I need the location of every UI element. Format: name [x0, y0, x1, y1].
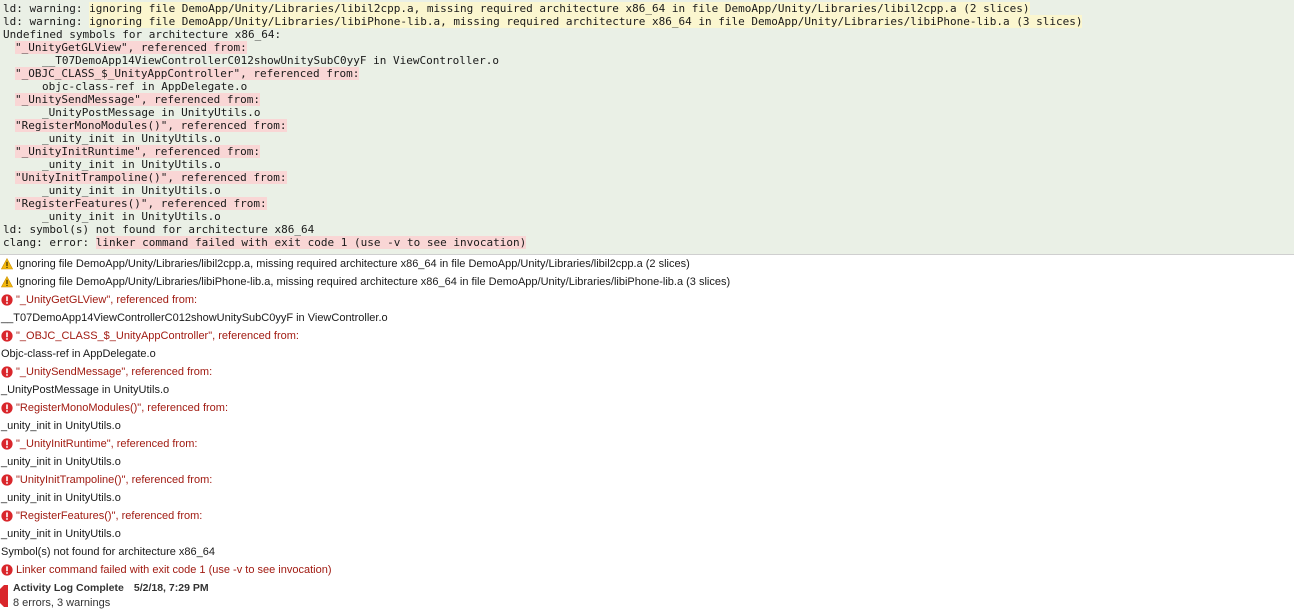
activity-summary: Activity Log Complete 5/2/18, 7:29 PM 8 e…	[0, 580, 400, 612]
console-text: ld: symbol(s) not found for architecture…	[3, 223, 315, 236]
issue-detail-row[interactable]: _UnityPostMessage in UnityUtils.o	[0, 381, 1294, 399]
error-circle-icon	[1, 474, 13, 486]
issue-text: Objc-class-ref in AppDelegate.o	[1, 348, 156, 360]
issue-text: "UnityInitTrampoline()", referenced from…	[16, 474, 213, 486]
issue-row-warning[interactable]: Ignoring file DemoApp/Unity/Libraries/li…	[0, 273, 1294, 291]
error-circle-icon	[1, 294, 13, 306]
issue-row-error[interactable]: "UnityInitTrampoline()", referenced from…	[0, 471, 1294, 489]
console-ref: _UnityPostMessage in UnityUtils.o	[42, 106, 261, 119]
issue-rows: Ignoring file DemoApp/Unity/Libraries/li…	[0, 255, 1294, 579]
console-ref: objc-class-ref in AppDelegate.o	[42, 80, 248, 93]
console-line: "_UnitySendMessage", referenced from:	[0, 93, 1294, 106]
console-line: _unity_init in UnityUtils.o	[0, 210, 1294, 223]
issue-text: _UnityPostMessage in UnityUtils.o	[1, 384, 170, 396]
issue-row-error[interactable]: "_UnitySendMessage", referenced from:	[0, 363, 1294, 381]
console-sym: "RegisterFeatures()", referenced from:	[15, 197, 267, 210]
warning-triangle-icon	[1, 258, 13, 270]
issue-text: Symbol(s) not found for architecture x86…	[1, 546, 216, 558]
issue-text: _unity_init in UnityUtils.o	[1, 492, 121, 504]
issue-list[interactable]: Ignoring file DemoApp/Unity/Libraries/li…	[0, 254, 1294, 615]
error-circle-icon	[1, 438, 13, 450]
console-hl: ignoring file DemoApp/Unity/Libraries/li…	[89, 2, 1030, 15]
issue-text: Linker command failed with exit code 1 (…	[16, 564, 332, 576]
error-circle-icon	[1, 564, 13, 576]
issue-text: "_UnitySendMessage", referenced from:	[16, 366, 213, 378]
issue-text: _unity_init in UnityUtils.o	[1, 528, 121, 540]
console-ref: _unity_init in UnityUtils.o	[42, 132, 221, 145]
console-line: _UnityPostMessage in UnityUtils.o	[0, 106, 1294, 119]
issue-text: "_UnityGetGLView", referenced from:	[16, 294, 198, 306]
issue-row-error[interactable]: "_OBJC_CLASS_$_UnityAppController", refe…	[0, 327, 1294, 345]
issue-text: "RegisterMonoModules()", referenced from…	[16, 402, 229, 414]
console-line: _unity_init in UnityUtils.o	[0, 184, 1294, 197]
issue-detail-row[interactable]: _unity_init in UnityUtils.o	[0, 417, 1294, 435]
console-ref: _unity_init in UnityUtils.o	[42, 158, 221, 171]
issue-detail-row[interactable]: __T07DemoApp14ViewControllerC012showUnit…	[0, 309, 1294, 327]
issue-detail-row[interactable]: Objc-class-ref in AppDelegate.o	[0, 345, 1294, 363]
activity-summary-title: Activity Log Complete	[13, 582, 124, 594]
console-line: objc-class-ref in AppDelegate.o	[0, 80, 1294, 93]
console-line: "UnityInitTrampoline()", referenced from…	[0, 171, 1294, 184]
console-err: linker command failed with exit code 1 (…	[95, 236, 527, 249]
console-sym: "_UnityGetGLView", referenced from:	[15, 41, 247, 54]
issue-detail-row[interactable]: Symbol(s) not found for architecture x86…	[0, 543, 1294, 561]
issue-text: "RegisterFeatures()", referenced from:	[16, 510, 203, 522]
console-sym: "_OBJC_CLASS_$_UnityAppController", refe…	[15, 67, 360, 80]
warning-triangle-icon	[1, 276, 13, 288]
error-circle-icon	[1, 366, 13, 378]
error-circle-icon	[1, 330, 13, 342]
console-prefix: ld: warning:	[3, 2, 90, 15]
build-log-console[interactable]: ld: warning: ignoring file DemoApp/Unity…	[0, 0, 1294, 254]
console-line: "_UnityGetGLView", referenced from:	[0, 41, 1294, 54]
activity-summary-counts: 8 errors, 3 warnings	[13, 597, 111, 609]
issue-text: _unity_init in UnityUtils.o	[1, 456, 121, 468]
console-line: "RegisterMonoModules()", referenced from…	[0, 119, 1294, 132]
issue-row-error[interactable]: "RegisterFeatures()", referenced from:	[0, 507, 1294, 525]
console-ref: __T07DemoApp14ViewControllerC012showUnit…	[42, 54, 499, 67]
issue-detail-row[interactable]: _unity_init in UnityUtils.o	[0, 453, 1294, 471]
console-line: clang: error: linker command failed with…	[0, 236, 1294, 249]
issue-row-error[interactable]: "_UnityInitRuntime", referenced from:	[0, 435, 1294, 453]
console-sym: "_UnityInitRuntime", referenced from:	[15, 145, 261, 158]
console-ref: _unity_init in UnityUtils.o	[42, 210, 221, 223]
activity-summary-date: 5/2/18, 7:29 PM	[133, 582, 209, 594]
issue-text: Ignoring file DemoApp/Unity/Libraries/li…	[16, 276, 731, 288]
console-line: Undefined symbols for architecture x86_6…	[0, 28, 1294, 41]
console-line: "RegisterFeatures()", referenced from:	[0, 197, 1294, 210]
console-text: Undefined symbols for architecture x86_6…	[3, 28, 282, 41]
console-line: ld: warning: ignoring file DemoApp/Unity…	[0, 2, 1294, 15]
console-prefix: clang: error:	[3, 236, 96, 249]
console-line: __T07DemoApp14ViewControllerC012showUnit…	[0, 54, 1294, 67]
issue-text: "_UnityInitRuntime", referenced from:	[16, 438, 198, 450]
stop-octagon-icon	[0, 585, 8, 607]
issue-text: __T07DemoApp14ViewControllerC012showUnit…	[1, 312, 388, 324]
error-circle-icon	[1, 402, 13, 414]
console-ref: _unity_init in UnityUtils.o	[42, 184, 221, 197]
issue-text: "_OBJC_CLASS_$_UnityAppController", refe…	[16, 330, 299, 342]
issue-detail-row[interactable]: _unity_init in UnityUtils.o	[0, 489, 1294, 507]
issue-row-warning[interactable]: Ignoring file DemoApp/Unity/Libraries/li…	[0, 255, 1294, 273]
console-line: "_OBJC_CLASS_$_UnityAppController", refe…	[0, 67, 1294, 80]
console-hl: ignoring file DemoApp/Unity/Libraries/li…	[89, 15, 1083, 28]
issue-text: Ignoring file DemoApp/Unity/Libraries/li…	[16, 258, 690, 270]
console-line: ld: warning: ignoring file DemoApp/Unity…	[0, 15, 1294, 28]
error-circle-icon	[1, 510, 13, 522]
console-line: _unity_init in UnityUtils.o	[0, 158, 1294, 171]
console-prefix: ld: warning:	[3, 15, 90, 28]
console-sym: "UnityInitTrampoline()", referenced from…	[15, 171, 287, 184]
issue-text: _unity_init in UnityUtils.o	[1, 420, 121, 432]
console-sym: "_UnitySendMessage", referenced from:	[15, 93, 261, 106]
issue-detail-row[interactable]: _unity_init in UnityUtils.o	[0, 525, 1294, 543]
console-line: "_UnityInitRuntime", referenced from:	[0, 145, 1294, 158]
console-sym: "RegisterMonoModules()", referenced from…	[15, 119, 287, 132]
console-line: _unity_init in UnityUtils.o	[0, 132, 1294, 145]
issue-row-error[interactable]: Linker command failed with exit code 1 (…	[0, 561, 1294, 579]
console-line: ld: symbol(s) not found for architecture…	[0, 223, 1294, 236]
issue-row-error[interactable]: "RegisterMonoModules()", referenced from…	[0, 399, 1294, 417]
issue-row-error[interactable]: "_UnityGetGLView", referenced from:	[0, 291, 1294, 309]
